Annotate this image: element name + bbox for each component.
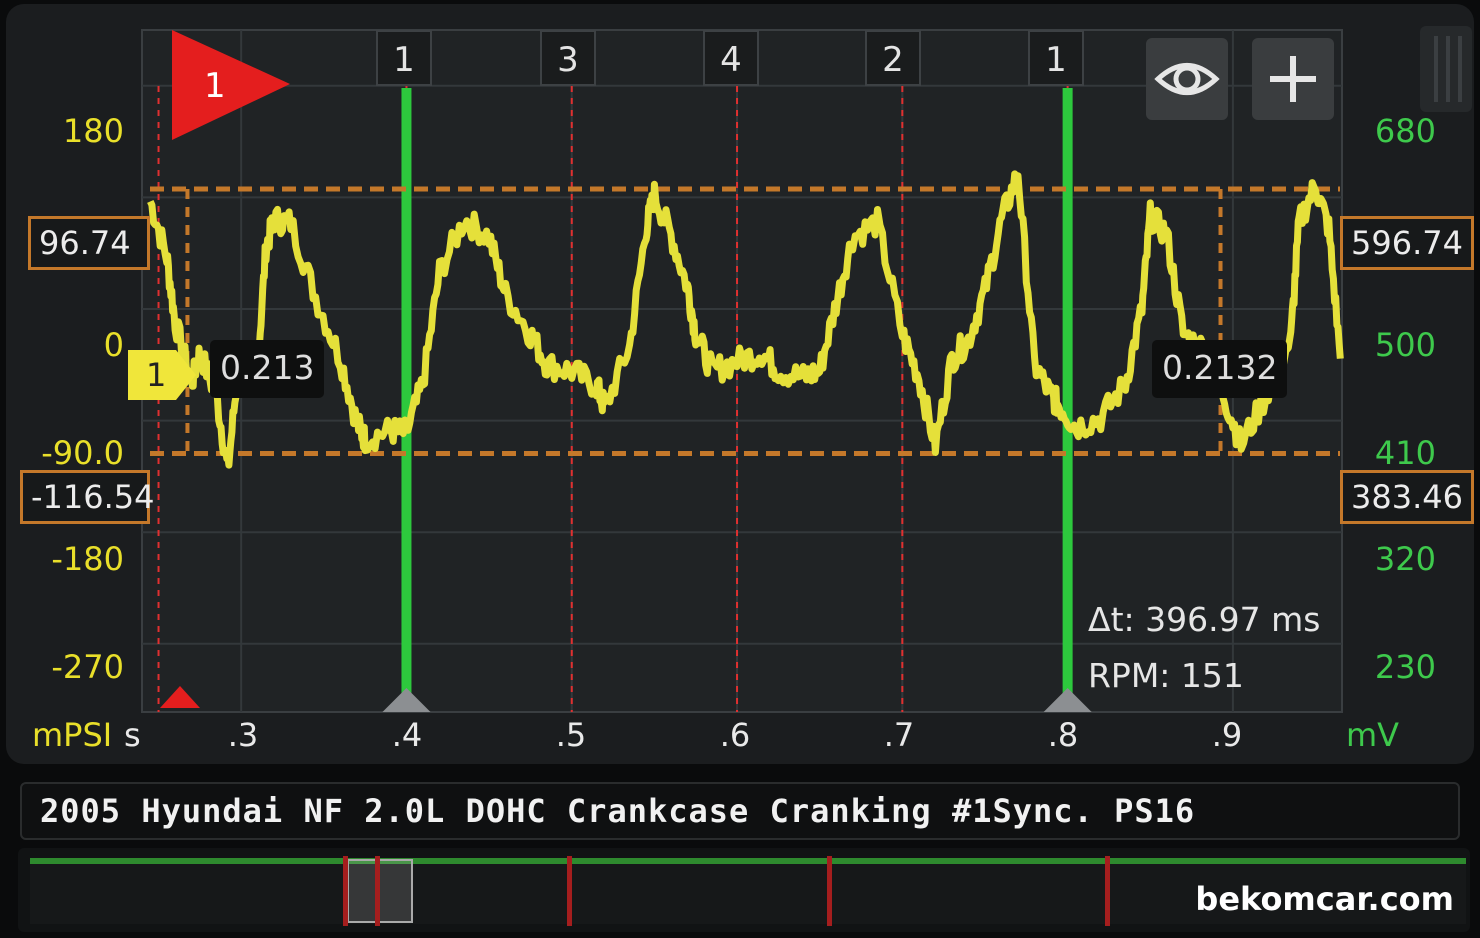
waveform-title: 2005 Hyundai NF 2.0L DOHC Crankcase Cran…	[40, 792, 1196, 830]
x-tick: .4	[391, 716, 423, 754]
plus-icon	[1270, 56, 1316, 102]
overview-marker	[343, 856, 348, 926]
oscilloscope-frame: 1 1 1 3 4 2 1 180 0 -90.0 -180 -270 680 …	[0, 0, 1480, 938]
cylinder-marker-2[interactable]: 2	[865, 30, 921, 86]
cylinder-marker-1b[interactable]: 1	[1028, 30, 1084, 86]
left-tick: 180	[62, 112, 124, 150]
overview-marker	[1105, 856, 1110, 926]
right-tick: 320	[1374, 540, 1436, 578]
watermark: bekomcar.com	[1195, 880, 1454, 918]
channel-marker-label: 1	[146, 356, 167, 394]
eye-icon	[1154, 63, 1220, 95]
value-readout-1: 0.213	[210, 340, 325, 398]
x-tick: .3	[227, 716, 259, 754]
rpm-readout: RPM: 151	[1088, 656, 1244, 695]
x-unit: s	[124, 716, 141, 754]
overview-marker	[567, 856, 572, 926]
x-tick: .9	[1211, 716, 1243, 754]
ref-low-left[interactable]: -116.54	[20, 470, 155, 524]
value-readout-2: 0.2132	[1152, 340, 1288, 398]
x-tick: .8	[1047, 716, 1079, 754]
left-tick: -270	[51, 648, 124, 686]
ref-low-right[interactable]: 383.46	[1340, 470, 1474, 524]
eye-button[interactable]	[1146, 38, 1228, 120]
right-tick: 680	[1374, 112, 1436, 150]
left-tick: -180	[51, 540, 124, 578]
x-tick: .7	[883, 716, 915, 754]
left-unit: mPSI	[32, 716, 113, 754]
add-button[interactable]	[1252, 38, 1334, 120]
right-tick: 230	[1374, 648, 1436, 686]
right-tick: 500	[1374, 326, 1436, 364]
left-tick: 0	[103, 326, 124, 364]
left-tick: -90.0	[41, 434, 124, 472]
waveform-title-bar: 2005 Hyundai NF 2.0L DOHC Crankcase Cran…	[20, 782, 1460, 840]
right-unit: mV	[1346, 716, 1400, 754]
cylinder-marker-3[interactable]: 3	[540, 30, 596, 86]
ref-high-left[interactable]: 96.74	[28, 216, 150, 270]
overview-marker	[375, 856, 380, 926]
overview-marker	[827, 856, 832, 926]
x-tick: .6	[719, 716, 751, 754]
delta-t-readout: Δt: 396.97 ms	[1088, 600, 1321, 639]
trigger-flag-label: 1	[204, 66, 226, 106]
cylinder-marker-1[interactable]: 1	[376, 30, 432, 86]
right-tick: 410	[1374, 434, 1436, 472]
ref-high-right[interactable]: 596.74	[1340, 216, 1474, 270]
x-tick: .5	[555, 716, 587, 754]
cylinder-marker-4[interactable]: 4	[703, 30, 759, 86]
measurement-panel: Δt: 396.97 ms RPM: 151	[1088, 592, 1320, 704]
